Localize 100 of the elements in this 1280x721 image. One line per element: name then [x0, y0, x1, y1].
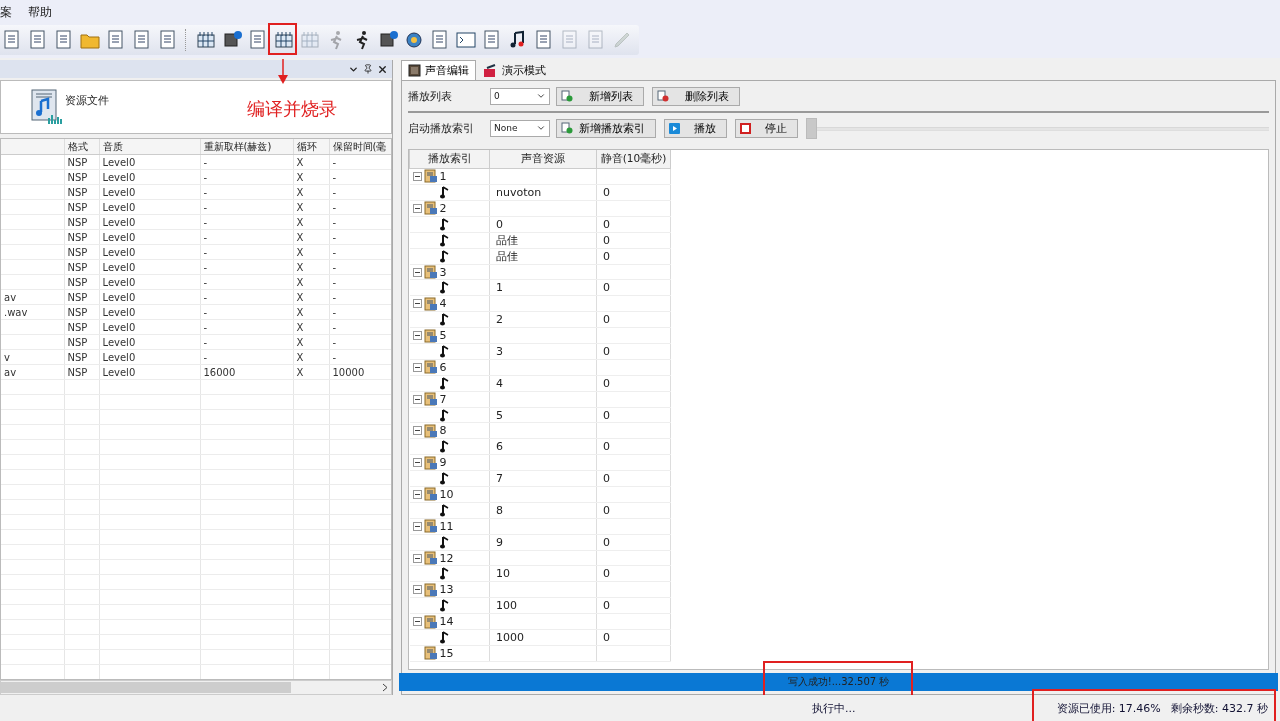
horizontal-scrollbar[interactable]: [0, 680, 392, 695]
index-label[interactable]: 6: [439, 360, 447, 374]
menu-item[interactable]: 帮助: [28, 3, 52, 21]
music-note-icon: [439, 281, 449, 295]
table-cell: [1, 274, 64, 290]
index-label[interactable]: 5: [439, 329, 447, 343]
table-cell: X: [293, 289, 329, 305]
collapse-icon[interactable]: [412, 585, 422, 595]
start-index-select[interactable]: None: [490, 119, 550, 137]
collapse-icon[interactable]: [412, 171, 422, 181]
collapse-icon[interactable]: [412, 521, 422, 531]
playlist-icon: [423, 646, 438, 661]
mute-cell: 0: [596, 629, 671, 646]
table-cell: NSP: [64, 274, 99, 290]
music-note-icon: [439, 631, 449, 644]
table-cell: Level0: [99, 319, 200, 335]
index-label[interactable]: 4: [439, 297, 447, 311]
table-cell: Level0: [99, 244, 200, 260]
collapse-icon[interactable]: [412, 617, 422, 627]
play-icon: [669, 122, 680, 134]
column-header[interactable]: 重新取样(赫兹): [200, 139, 293, 155]
menu-item[interactable]: 案: [0, 3, 12, 21]
table-cell: -: [329, 154, 391, 170]
table-cell: -: [329, 229, 391, 245]
music-note-icon: [439, 408, 449, 422]
column-header[interactable]: 播放索引: [409, 150, 490, 169]
music-note-icon: [439, 185, 449, 199]
table-cell: NSP: [64, 259, 99, 275]
playlist-icon: [423, 169, 438, 184]
table-cell: NSP: [64, 199, 99, 215]
table-cell: Level0: [99, 304, 200, 320]
table-cell: Level0: [99, 229, 200, 245]
column-header[interactable]: 声音资源: [489, 150, 597, 169]
index-label[interactable]: 11: [439, 519, 454, 533]
resource-cell: 2: [489, 311, 597, 328]
table-cell: X: [293, 259, 329, 275]
resource-title: 资源文件: [65, 92, 109, 108]
resource-cell: 1000: [489, 629, 597, 646]
playlist-icon: [423, 582, 438, 597]
chevron-down-icon: [536, 123, 546, 133]
resource-cell: 10: [489, 566, 597, 582]
play-button[interactable]: 播放: [664, 118, 727, 138]
table-cell: -: [200, 154, 293, 170]
table-cell: Level0: [99, 364, 200, 380]
pin-icon[interactable]: [363, 64, 373, 74]
add-list-button[interactable]: 新增列表: [556, 86, 644, 106]
mute-cell: 0: [596, 597, 671, 614]
index-label[interactable]: 12: [439, 551, 454, 565]
table-cell: Level0: [99, 154, 200, 170]
table-cell: -: [200, 334, 293, 350]
collapse-icon[interactable]: [412, 362, 422, 372]
resource-cell: 0: [489, 216, 597, 233]
column-header[interactable]: 静音(10毫秒): [596, 150, 671, 169]
collapse-icon[interactable]: [412, 203, 422, 213]
column-header[interactable]: 格式: [64, 139, 99, 155]
playlist-icon: [423, 614, 438, 629]
add-index-button[interactable]: 新增播放索引: [556, 118, 656, 138]
index-label[interactable]: 7: [439, 392, 447, 406]
collapse-icon[interactable]: [412, 458, 422, 468]
collapse-icon[interactable]: [412, 299, 422, 309]
resource-cell: nuvoton: [489, 184, 597, 201]
index-label[interactable]: 3: [439, 265, 447, 279]
index-label[interactable]: 15: [439, 646, 454, 660]
scroll-right-icon[interactable]: [382, 683, 388, 692]
tab[interactable]: 声音编辑: [401, 60, 476, 80]
table-cell: Level0: [99, 214, 200, 230]
add-document-icon: [561, 122, 573, 134]
collapse-icon[interactable]: [412, 394, 422, 404]
table-cell: -: [200, 214, 293, 230]
index-label[interactable]: 13: [439, 583, 454, 597]
table-cell: NSP: [64, 184, 99, 200]
index-label[interactable]: 9: [439, 456, 447, 470]
mute-cell: 0: [596, 566, 671, 582]
close-icon[interactable]: [377, 63, 388, 75]
playlist-select[interactable]: 0: [490, 87, 550, 105]
index-label[interactable]: 2: [439, 201, 447, 215]
collapse-icon[interactable]: [412, 553, 422, 563]
column-header[interactable]: 保留时间(毫: [329, 139, 391, 155]
stop-button[interactable]: 停止: [735, 118, 798, 138]
table-cell: NSP: [64, 169, 99, 185]
index-label[interactable]: 10: [439, 487, 454, 501]
table-cell: -: [200, 304, 293, 320]
delete-list-button[interactable]: 删除列表: [652, 86, 740, 106]
collapse-icon[interactable]: [412, 267, 422, 277]
status-text: 执行中...: [812, 700, 856, 716]
column-header[interactable]: 音质: [99, 139, 200, 155]
collapse-icon[interactable]: [412, 426, 422, 436]
index-label[interactable]: 1: [439, 169, 447, 183]
music-note-icon: [439, 313, 449, 327]
collapse-icon[interactable]: [412, 489, 422, 499]
table-cell: 16000: [200, 364, 293, 380]
slider-thumb[interactable]: [806, 117, 817, 139]
remaining-seconds-text: 剩余秒数: 432.7 秒: [1170, 700, 1268, 716]
table-cell: -: [329, 349, 391, 365]
table-cell: Level0: [99, 274, 200, 290]
index-label[interactable]: 14: [439, 615, 454, 629]
collapse-icon[interactable]: [412, 331, 422, 341]
index-label[interactable]: 8: [439, 424, 447, 438]
column-header[interactable]: 循环: [293, 139, 329, 155]
grid-icon: [272, 29, 295, 51]
